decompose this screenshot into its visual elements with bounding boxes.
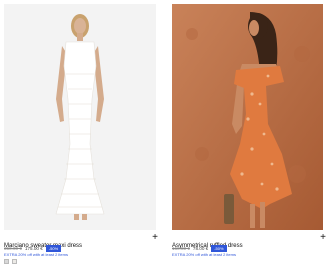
sale-price: 175.00 € <box>24 245 43 251</box>
discount-badge: -50% <box>45 244 62 252</box>
product-image-1[interactable] <box>4 4 156 230</box>
plus-icon[interactable]: + <box>320 233 326 243</box>
swatch-white[interactable] <box>4 259 9 264</box>
sale-price: 78.00 € <box>192 245 209 251</box>
swatch-ivory[interactable] <box>12 259 17 264</box>
color-swatches <box>4 259 17 264</box>
promo-text: EXTRA 20% off with at least 2 items <box>172 252 236 257</box>
plus-icon[interactable]: + <box>152 233 158 243</box>
model-ruffled-dress-image <box>172 4 323 230</box>
model-white-dress-image <box>4 4 156 230</box>
original-price: 160.00 € <box>172 245 190 251</box>
promo-text: EXTRA 20% off with at least 2 items <box>4 252 68 257</box>
original-price: 350.00 € <box>4 245 22 251</box>
discount-badge: -50% <box>211 244 227 252</box>
product-image-2[interactable] <box>172 4 323 230</box>
